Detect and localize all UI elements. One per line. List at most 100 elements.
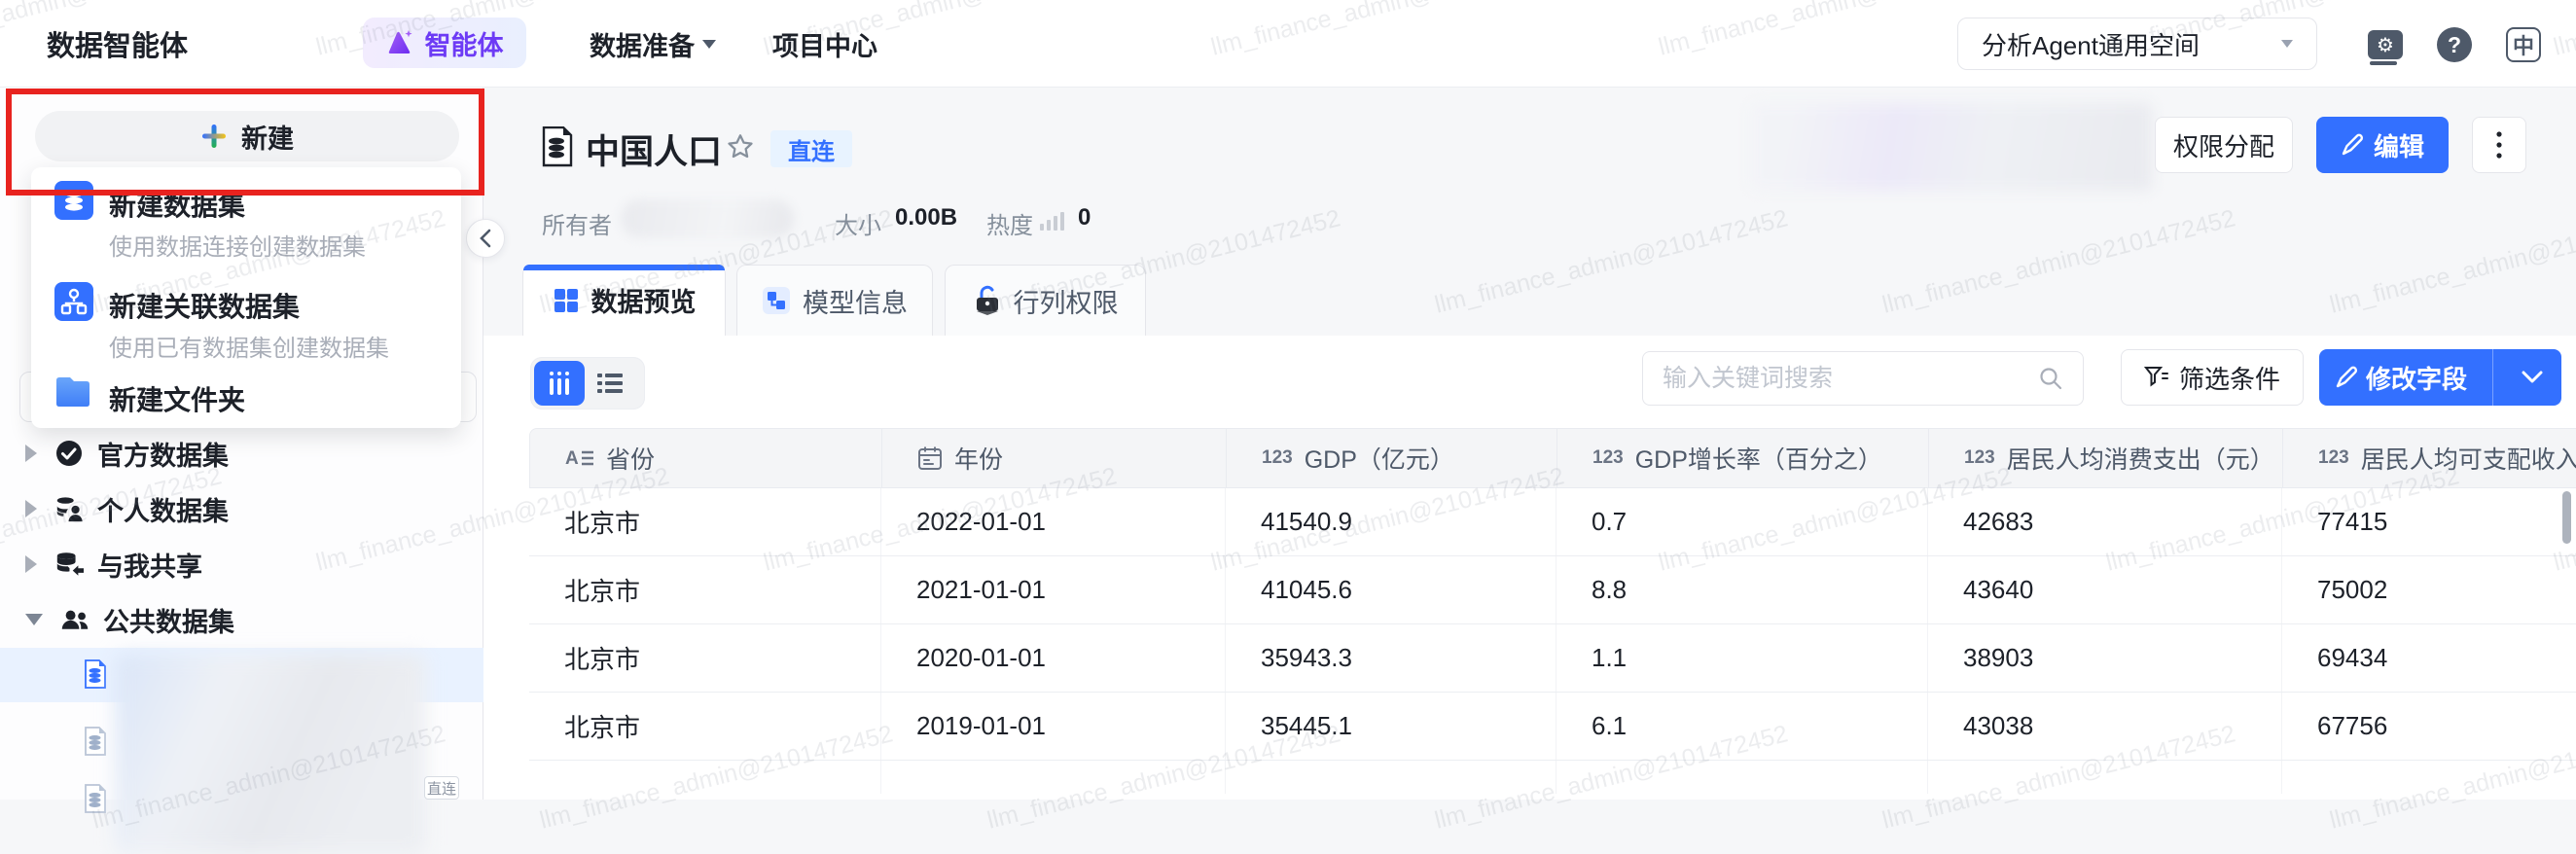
caret-collapsed-icon[interactable]: [25, 555, 37, 573]
size-value: 0.00B: [895, 204, 957, 231]
help-icon: ?: [2437, 27, 2472, 62]
list-view-button[interactable]: [585, 361, 635, 406]
table-cell: 41540.9: [1226, 488, 1556, 555]
sidebar-item-1[interactable]: 官方数据集: [0, 431, 483, 476]
table-row[interactable]: 北京市2022-01-0141540.90.74268377415: [529, 488, 2576, 556]
column-header-label: 居民人均消费支出（元）: [2007, 441, 2274, 476]
tab-1[interactable]: 数据预览: [522, 265, 726, 336]
permission-assign-button[interactable]: 权限分配: [2155, 117, 2293, 173]
table-row[interactable]: 北京市2020-01-0135943.31.13890369434: [529, 624, 2576, 693]
heat-value: 0: [1078, 204, 1091, 231]
language-toggle-button[interactable]: 中: [2504, 25, 2543, 64]
annotation-highlight-box: [6, 89, 484, 196]
top-navbar: 数据智能体 智能体 数据准备 项目中心 分析Agent通用空间 ⚙ ? 中: [0, 0, 2576, 88]
column-header[interactable]: 123居民人均可支配收入: [2283, 429, 2576, 487]
tab-label: 数据预览: [591, 281, 697, 319]
column-view-button[interactable]: [534, 361, 585, 406]
keyword-search: [1642, 351, 2084, 406]
chevron-down-icon: [2281, 40, 2293, 48]
modify-fields-dropdown[interactable]: [2503, 349, 2561, 406]
column-header-label: 省份: [606, 441, 655, 476]
official-dataset-icon: [54, 439, 84, 468]
search-input[interactable]: [1643, 365, 2038, 393]
owner-label: 所有者: [542, 206, 612, 240]
column-header[interactable]: 123GDP增长率（百分之）: [1557, 429, 1929, 487]
column-header-label: GDP增长率（百分之）: [1635, 441, 1882, 476]
watermark-text: llm_finance_admin@2101472452: [1879, 204, 2238, 319]
filter-button[interactable]: 筛选条件: [2121, 349, 2304, 406]
table-cell: 2021-01-01: [881, 556, 1226, 623]
help-button[interactable]: ?: [2435, 25, 2474, 64]
chevron-down-icon: [2522, 371, 2543, 384]
dataset-file-icon: [84, 727, 107, 756]
table-cell: 75002: [2282, 556, 2576, 623]
filter-funnel-icon: [2144, 365, 2169, 390]
column-header[interactable]: 123GDP（亿元）: [1227, 429, 1557, 487]
chevron-left-icon: [478, 228, 493, 249]
sidebar-item-label: 与我共享: [97, 546, 202, 584]
size-label: 大小: [835, 206, 881, 240]
sidebar-direct-badge: 直连: [424, 776, 459, 800]
list-view-icon: [596, 372, 624, 395]
column-header[interactable]: 123 居民人均消费支出（元）: [1929, 429, 2283, 487]
table-row[interactable]: 北京市2019-01-0135445.16.14303867756: [529, 693, 2576, 761]
workspace-select-value: 分析Agent通用空间: [1982, 26, 2200, 62]
sidebar-item-4[interactable]: 公共数据集: [0, 597, 483, 642]
table-cell: 8.8: [1556, 556, 1928, 623]
caret-expanded-icon[interactable]: [25, 614, 43, 625]
menu-item-desc: 使用已有数据集创建数据集: [109, 329, 389, 363]
tab-label: 行列权限: [1014, 282, 1119, 320]
table-cell: 69434: [2282, 624, 2576, 692]
table-cell: 43640: [1928, 556, 2282, 623]
grid-icon: [553, 287, 580, 314]
app-logo: 数据智能体: [47, 0, 188, 88]
table-row[interactable]: 北京市2021-01-0141045.68.84364075002: [529, 556, 2576, 624]
data-preview-table: A省份年份123GDP（亿元）123GDP增长率（百分之）123居民人均消费支出…: [529, 428, 2576, 794]
nav-tab-data-prep-label: 数据准备: [590, 25, 695, 63]
edit-button-label: 编辑: [2374, 127, 2424, 163]
nav-tab-project-center[interactable]: 项目中心: [772, 0, 877, 88]
settings-monitor-button[interactable]: ⚙: [2366, 25, 2405, 64]
table-cell: 35445.1: [1226, 693, 1556, 760]
menu-item-label: 新建关联数据集: [109, 286, 300, 325]
modify-fields-main[interactable]: 修改字段: [2319, 349, 2483, 406]
lock-icon: [973, 285, 1002, 316]
star-favorite-icon[interactable]: [726, 132, 755, 161]
column-header[interactable]: 年份: [882, 429, 1227, 487]
sidebar-item-3[interactable]: 与我共享: [0, 542, 483, 587]
column-header[interactable]: A 省份: [530, 429, 882, 487]
tab-2[interactable]: 模型信息: [736, 265, 933, 336]
edit-button[interactable]: 编辑: [2316, 117, 2449, 173]
table-cell: 北京市: [529, 556, 881, 623]
tab-label: 模型信息: [803, 282, 908, 320]
table-cell: 2019-01-01: [881, 693, 1226, 760]
table-cell: [1226, 761, 1556, 794]
blurred-dataset-names: [115, 654, 426, 854]
workspace-select[interactable]: 分析Agent通用空间: [1957, 18, 2317, 70]
caret-collapsed-icon[interactable]: [25, 500, 37, 517]
blurred-region: [1751, 103, 2152, 191]
table-cell: [1928, 761, 2282, 794]
number-type-icon: 123: [1262, 447, 1293, 469]
agent-icon: [386, 28, 415, 57]
columns-view-icon: [547, 370, 572, 397]
nav-tab-data-prep[interactable]: 数据准备: [590, 0, 716, 88]
caret-collapsed-icon[interactable]: [25, 445, 37, 462]
search-icon: [2038, 366, 2083, 391]
column-header-label: 年份: [954, 441, 1003, 476]
watermark-text: llm_finance_admin@2101472452: [1432, 204, 1791, 319]
nav-tab-agent[interactable]: 智能体: [363, 18, 526, 68]
sidebar-item-2[interactable]: 个人数据集: [0, 486, 483, 531]
page-title: 中国人口: [586, 125, 722, 174]
table-cell: 35943.3: [1226, 624, 1556, 692]
table-cell: 42683: [1928, 488, 2282, 555]
model-icon: [762, 286, 791, 315]
more-actions-button[interactable]: [2472, 117, 2526, 173]
table-cell: 北京市: [529, 488, 881, 555]
number-type-icon: 123: [1964, 447, 1995, 469]
tab-3[interactable]: 行列权限: [945, 265, 1146, 336]
sidebar-collapse-button[interactable]: [466, 219, 505, 258]
sidebar-item-label: 公共数据集: [103, 601, 234, 639]
vertical-scrollbar-thumb[interactable]: [2562, 491, 2571, 544]
svg-text:A: A: [565, 448, 579, 469]
